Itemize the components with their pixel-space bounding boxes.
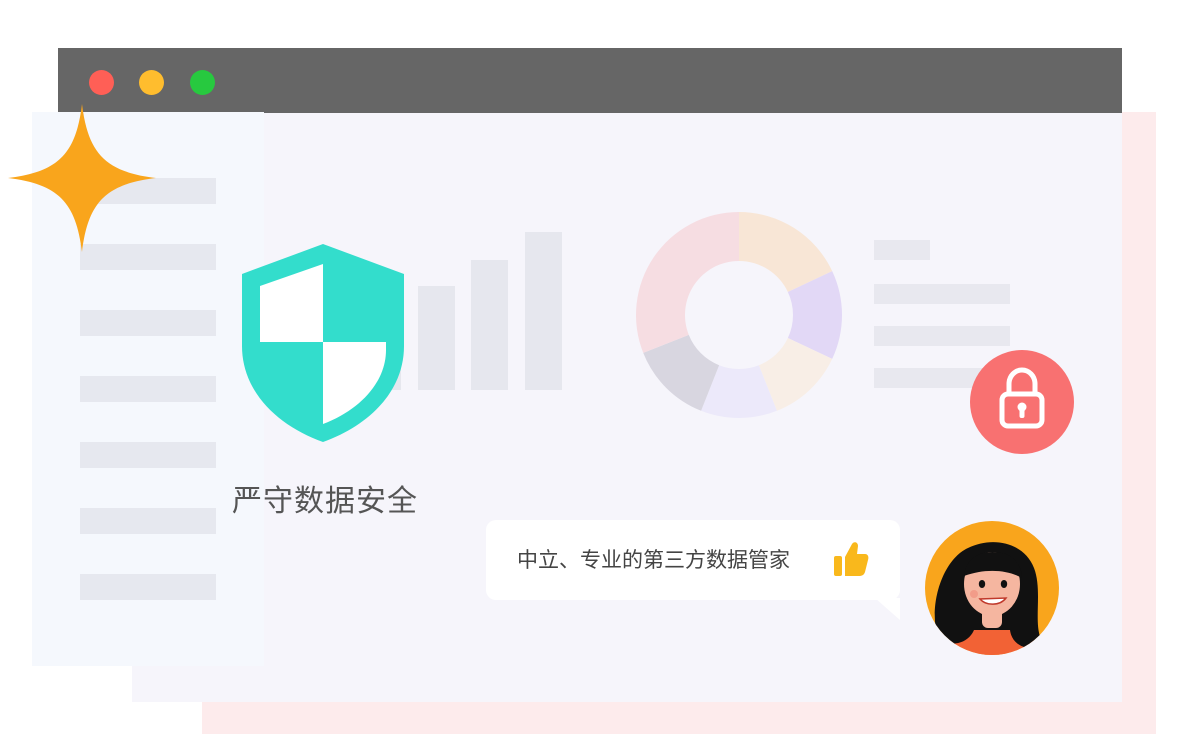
page-headline: 严守数据安全 <box>232 484 418 519</box>
lock-icon <box>970 350 1074 454</box>
sidebar-placeholder-line <box>80 442 216 468</box>
donut-chart <box>636 212 842 418</box>
chart-bar <box>418 286 455 390</box>
donut-slice <box>636 212 739 353</box>
window-titlebar <box>58 48 1122 113</box>
chart-bar <box>525 232 562 390</box>
window-maximize-button[interactable] <box>190 70 215 95</box>
legend-placeholder-line <box>874 240 930 260</box>
legend-placeholder-line <box>874 326 1010 346</box>
sidebar-placeholder-line <box>80 574 216 600</box>
window-minimize-button[interactable] <box>139 70 164 95</box>
avatar <box>925 521 1059 655</box>
sparkle-icon <box>8 104 156 252</box>
speech-bubble: 中立、专业的第三方数据管家 <box>486 520 900 600</box>
sidebar-placeholder-line <box>80 508 216 534</box>
legend-placeholder-line <box>874 368 984 388</box>
legend-placeholder-line <box>874 284 1010 304</box>
shield-icon <box>242 244 404 442</box>
bubble-message: 中立、专业的第三方数据管家 <box>517 548 790 572</box>
sidebar-placeholder-line <box>80 376 216 402</box>
thumbs-up-icon <box>834 542 869 576</box>
chart-bar <box>471 260 508 390</box>
sidebar-placeholder-line <box>80 310 216 336</box>
window-close-button[interactable] <box>89 70 114 95</box>
bubble-tail <box>875 598 900 620</box>
